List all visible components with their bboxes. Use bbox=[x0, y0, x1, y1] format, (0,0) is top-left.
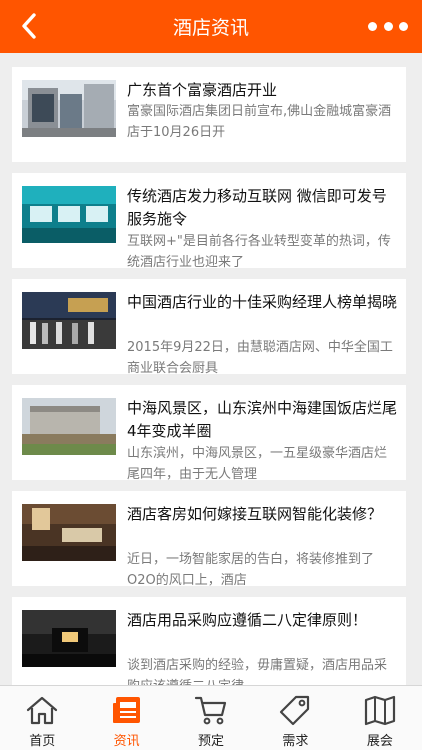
map-icon bbox=[364, 695, 395, 726]
news-thumbnail bbox=[22, 80, 116, 137]
news-title: 酒店用品采购应遵循二八定律原则！ bbox=[127, 611, 368, 629]
tab-booking[interactable]: 预定 bbox=[169, 686, 253, 750]
back-button[interactable] bbox=[14, 10, 44, 42]
news-title: 传统酒店发力移动互联网 微信即可发号服务施令 bbox=[127, 187, 387, 228]
top-bar: 酒店资讯 bbox=[0, 0, 422, 53]
news-summary: 山东滨州，中海风景区，一五星级豪华酒店烂尾四年，由于无人管理 bbox=[127, 446, 388, 480]
tab-expo-label: 展会 bbox=[366, 734, 393, 749]
news-thumbnail bbox=[22, 610, 116, 667]
news-thumbnail bbox=[22, 504, 116, 561]
tab-home-label: 首页 bbox=[29, 734, 56, 749]
tag-icon bbox=[280, 695, 310, 726]
news-summary: 富豪国际酒店集团日前宣布,佛山金融城富豪酒店于10月26日开 bbox=[127, 104, 392, 140]
news-title: 广东首个富豪酒店开业 bbox=[127, 81, 278, 99]
news-thumbnail bbox=[22, 186, 116, 243]
news-title: 中国酒店行业的十佳采购经理人榜单揭晓 bbox=[127, 293, 398, 311]
news-thumbnail bbox=[22, 398, 116, 455]
tab-home[interactable]: 首页 bbox=[0, 686, 84, 750]
back-chevron-icon bbox=[22, 13, 36, 39]
tab-expo[interactable]: 展会 bbox=[338, 686, 422, 750]
tab-demand-label: 需求 bbox=[282, 734, 309, 749]
bottom-tab-bar: 首页 资讯 预定 需求 展会 bbox=[0, 685, 422, 750]
news-list: 广东首个富豪酒店开业 富豪国际酒店集团日前宣布,佛山金融城富豪酒店于10月26日… bbox=[12, 67, 406, 703]
news-item[interactable]: 酒店用品采购应遵循二八定律原则！ 谈到酒店采购的经验，毋庸置疑，酒店用品采购应该… bbox=[12, 597, 406, 692]
news-item[interactable]: 传统酒店发力移动互联网 微信即可发号服务施令 互联网+"是目前各行各业转型变革的… bbox=[12, 173, 406, 268]
news-summary: 2015年9月22日，由慧聪酒店网、中华全国工商业联合会厨具 bbox=[127, 340, 393, 374]
news-title: 中海风景区，山东滨州中海建国饭店烂尾4年变成羊圈 bbox=[127, 399, 398, 440]
tab-news-label: 资讯 bbox=[113, 734, 140, 749]
news-item[interactable]: 广东首个富豪酒店开业 富豪国际酒店集团日前宣布,佛山金融城富豪酒店于10月26日… bbox=[12, 67, 406, 162]
news-item[interactable]: 中海风景区，山东滨州中海建国饭店烂尾4年变成羊圈 山东滨州，中海风景区，一五星级… bbox=[12, 385, 406, 480]
tab-demand[interactable]: 需求 bbox=[253, 686, 337, 750]
news-item[interactable]: 酒店客房如何嫁接互联网智能化装修？ 近日，一场智能家居的告白，将装修推到了O2O… bbox=[12, 491, 406, 586]
news-icon bbox=[112, 697, 140, 723]
tab-news[interactable]: 资讯 bbox=[84, 686, 168, 750]
news-item[interactable]: 中国酒店行业的十佳采购经理人榜单揭晓 2015年9月22日，由慧聪酒店网、中华全… bbox=[12, 279, 406, 374]
page-title: 酒店资讯 bbox=[172, 17, 249, 39]
cart-icon bbox=[194, 696, 227, 725]
more-dots-icon[interactable] bbox=[368, 16, 408, 36]
home-icon bbox=[27, 696, 58, 725]
news-summary: 互联网+"是目前各行各业转型变革的热词，传统酒店行业也迎来了 bbox=[127, 234, 391, 268]
news-title: 酒店客房如何嫁接互联网智能化装修？ bbox=[127, 505, 383, 523]
news-thumbnail bbox=[22, 292, 116, 349]
tab-booking-label: 预定 bbox=[198, 734, 225, 749]
news-summary: 近日，一场智能家居的告白，将装修推到了O2O的风口上，酒店 bbox=[127, 552, 375, 586]
